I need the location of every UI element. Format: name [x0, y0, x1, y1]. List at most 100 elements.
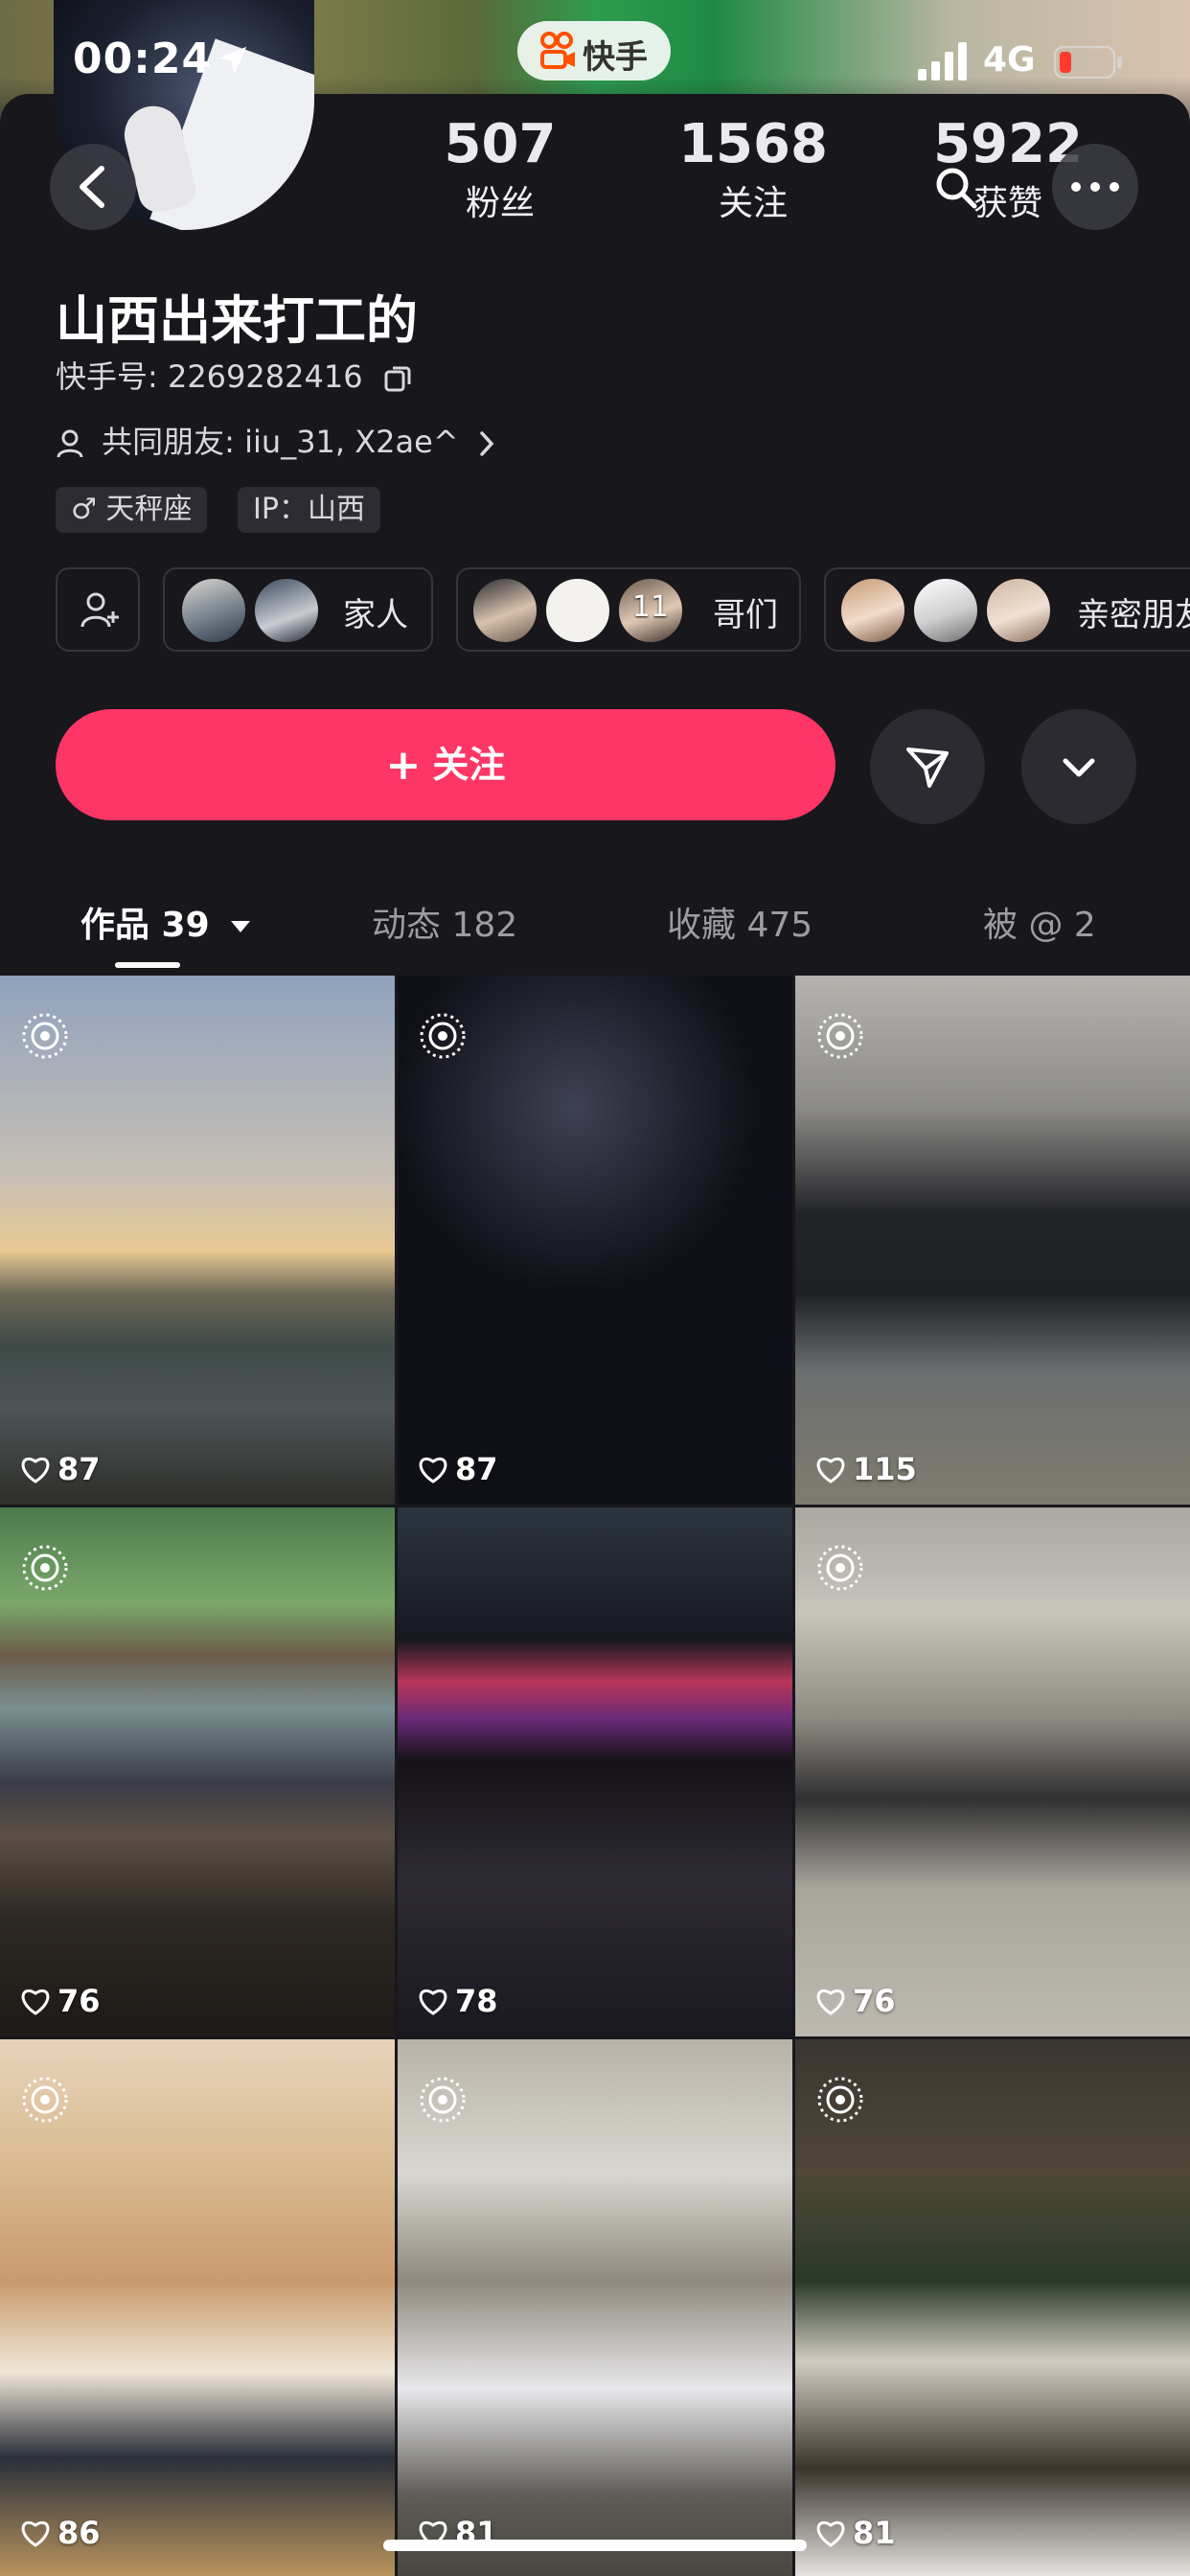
send-icon	[906, 748, 949, 788]
stat-fans[interactable]: 507 粉丝	[395, 113, 606, 225]
back-button[interactable]	[50, 144, 136, 230]
live-photo-icon	[22, 1545, 68, 1591]
video-likes-count: 76	[57, 1983, 101, 2019]
live-photo-icon	[22, 2077, 68, 2123]
profile-name: 山西出来打工的	[56, 290, 418, 351]
chevron-left-icon	[80, 166, 104, 208]
kuaishou-id-text: 快手号: 2269282416	[56, 358, 363, 395]
person-icon	[57, 429, 83, 458]
video-likes: 86	[19, 2515, 101, 2551]
plus-icon: +	[385, 741, 422, 790]
video-thumbnail[interactable]: 81	[398, 2039, 792, 2576]
mutual-friends-text: 共同朋友: iiu_31, X2ae^	[102, 424, 459, 460]
heart-icon	[816, 2521, 845, 2547]
live-photo-icon	[22, 1013, 68, 1059]
video-thumbnail[interactable]: 76	[0, 1507, 395, 2036]
stat-following[interactable]: 1568 关注	[648, 113, 858, 225]
video-thumbnail[interactable]: 115	[795, 976, 1190, 1505]
video-likes-count: 86	[57, 2515, 101, 2551]
heart-icon	[816, 1458, 845, 1484]
video-likes-count: 81	[853, 2515, 896, 2551]
expand-recommendations-button[interactable]	[1021, 709, 1136, 824]
video-thumbnail[interactable]: 87	[0, 976, 395, 1505]
follow-button[interactable]: + 关注	[56, 709, 835, 820]
status-time: 00:24	[73, 34, 213, 83]
live-photo-icon	[420, 2077, 466, 2123]
stat-following-value: 1568	[678, 113, 828, 175]
chevron-right-icon	[480, 431, 494, 456]
network-type: 4G	[983, 40, 1036, 80]
caret-down-icon	[231, 921, 251, 932]
group-buddies[interactable]: 11 哥们	[456, 567, 801, 652]
group-buddies-label: 哥们	[713, 596, 778, 634]
video-likes-count: 87	[57, 1451, 101, 1487]
tab-works[interactable]: 作品 39	[80, 897, 252, 947]
follow-button-label: 关注	[432, 744, 506, 786]
stat-following-label: 关注	[718, 184, 788, 223]
tab-active-indicator	[115, 962, 180, 968]
signal-icon	[918, 42, 967, 80]
live-photo-icon	[420, 1013, 466, 1059]
stat-fans-value: 507	[444, 113, 557, 175]
stat-fans-label: 粉丝	[465, 184, 535, 223]
video-thumbnail[interactable]: 81	[795, 2039, 1190, 2576]
heart-icon	[419, 1458, 447, 1484]
heart-icon	[21, 2521, 50, 2547]
tab-favorites[interactable]: 收藏 475	[667, 897, 812, 947]
video-thumbnail[interactable]: 87	[398, 976, 792, 1505]
video-likes: 81	[814, 2515, 896, 2551]
live-photo-icon	[817, 2077, 863, 2123]
mutual-friends[interactable]: 共同朋友: iiu_31, X2ae^	[56, 418, 495, 462]
video-likes: 78	[417, 1983, 498, 2019]
message-button[interactable]	[870, 709, 985, 824]
group-member-avatar	[985, 577, 1052, 644]
live-photo-icon	[817, 1013, 863, 1059]
video-thumbnail[interactable]: 78	[398, 1507, 792, 2036]
video-likes: 115	[814, 1451, 917, 1487]
video-likes-count: 76	[853, 1983, 896, 2019]
group-member-avatar	[912, 577, 979, 644]
kuaishou-logo-icon	[540, 32, 575, 69]
copy-icon[interactable]	[382, 363, 413, 394]
tab-mentions[interactable]: 被 @ 2	[983, 897, 1096, 947]
battery-icon	[1054, 46, 1122, 79]
kuaishou-id[interactable]: 快手号: 2269282416	[56, 353, 413, 397]
video-likes: 76	[19, 1983, 101, 2019]
more-dots-icon	[1071, 182, 1119, 192]
video-thumbnail[interactable]: 76	[795, 1507, 1190, 2036]
group-member-avatar	[471, 577, 538, 644]
tag-ip-location: IP：山西	[238, 487, 380, 533]
location-arrow-icon	[218, 46, 247, 75]
chevron-down-icon	[1063, 758, 1095, 777]
group-member-avatar	[544, 577, 611, 644]
tag-zodiac: ♂ 天秤座	[56, 487, 208, 533]
add-person-icon	[80, 592, 119, 628]
more-button[interactable]	[1052, 144, 1138, 230]
video-likes: 87	[19, 1451, 101, 1487]
heart-icon	[21, 1458, 50, 1484]
app-name: 快手	[583, 38, 648, 77]
group-member-avatar	[839, 577, 906, 644]
home-indicator[interactable]	[383, 2540, 807, 2551]
search-icon	[936, 168, 977, 209]
live-photo-icon	[817, 1545, 863, 1591]
add-friend-button[interactable]	[56, 567, 140, 652]
group-member-avatar	[253, 577, 320, 644]
heart-icon	[419, 1990, 447, 2015]
follow-button-content: + 关注	[56, 709, 835, 820]
app-badge: 快手	[517, 21, 671, 80]
video-likes-count: 78	[455, 1983, 498, 2019]
heart-icon	[816, 1990, 845, 2015]
video-likes-count: 115	[853, 1451, 917, 1487]
search-button[interactable]	[912, 144, 998, 230]
heart-icon	[21, 1990, 50, 2015]
video-likes: 76	[814, 1983, 896, 2019]
video-thumbnail[interactable]: 86	[0, 2039, 395, 2576]
video-likes: 87	[417, 1451, 498, 1487]
tab-moments[interactable]: 动态 182	[372, 897, 517, 947]
group-close-friends[interactable]: 亲密朋友	[824, 567, 1190, 652]
tab-works-label: 作品 39	[80, 906, 210, 945]
group-member-count: 11	[617, 577, 684, 644]
group-member-avatar	[180, 577, 247, 644]
group-family[interactable]: 家人	[163, 567, 433, 652]
